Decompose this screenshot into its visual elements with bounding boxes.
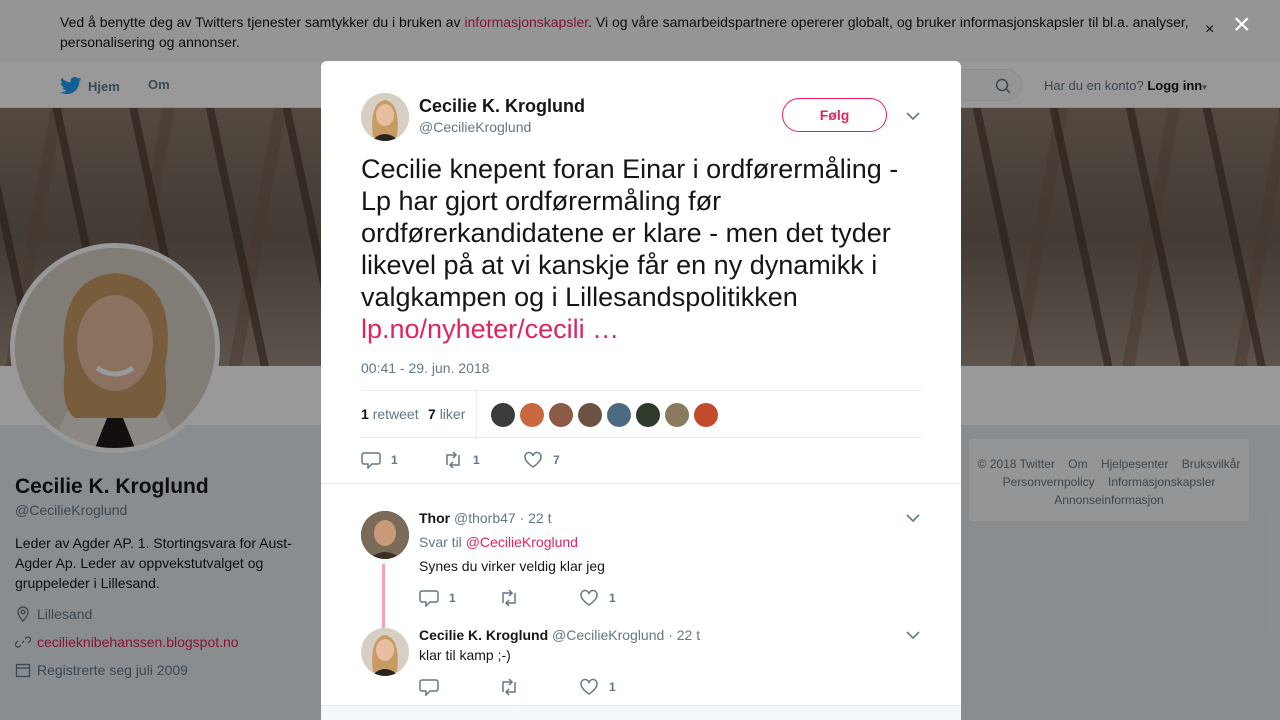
retweet-action[interactable]: 1 [443,451,480,469]
liker-avatar[interactable] [520,403,544,427]
tweet-text: Cecilie knepent foran Einar i ordførermå… [361,154,899,344]
reply-avatar-image [361,511,409,559]
reply-header: Cecilie K. Kroglund @CecilieKroglund · 2… [419,627,700,643]
like-count: 1 [609,680,616,694]
tweet-timestamp[interactable]: 00:41 - 29. jun. 2018 [361,360,489,376]
reply-action[interactable] [419,678,439,696]
reply-avatar[interactable] [361,511,409,559]
reply-time[interactable]: · 22 t [520,510,552,526]
liker-avatar[interactable] [491,403,515,427]
heart-icon [580,589,598,606]
like-action[interactable]: 7 [523,451,560,469]
retweet-stat[interactable]: 1 retweet [361,406,419,422]
replies-separator [321,483,961,484]
tweet-link[interactable]: lp.no/nyheter/cecili … [361,314,619,344]
modal-close-icon[interactable]: × [1233,10,1251,40]
reply-time[interactable]: · 22 t [668,627,700,643]
reply-count: 1 [391,453,398,467]
reply-header: Thor @thorb47 · 22 t [419,510,552,526]
likers-avatars [491,403,718,427]
tweet-stats: 1 retweet 7 liker [361,390,921,438]
reply-author-handle[interactable]: @CecilieKroglund [552,627,664,643]
like-count: 7 [553,453,560,467]
liker-avatar[interactable] [665,403,689,427]
reply-author-handle[interactable]: @thorb47 [454,510,516,526]
chevron-down-icon[interactable] [906,111,920,121]
liker-avatar[interactable] [549,403,573,427]
author-handle[interactable]: @CecilieKroglund [419,119,531,135]
retweet-action[interactable] [499,678,519,696]
like-action[interactable]: 1 [579,678,616,696]
reply-text: Synes du virker veldig klar jeg [419,558,605,574]
likes-stat[interactable]: 7 liker [428,406,465,422]
author-avatar[interactable] [361,93,409,141]
author-name[interactable]: Cecilie K. Kroglund [419,96,585,117]
retweet-action[interactable] [499,589,519,607]
heart-icon [580,678,598,695]
retweet-icon [502,678,516,696]
reply-author-name[interactable]: Thor [419,510,450,526]
reply-icon [419,590,439,607]
reply-icon [361,452,381,469]
reply-action[interactable]: 1 [361,451,398,469]
liker-avatar[interactable] [636,403,660,427]
reply-avatar-image [361,628,409,676]
like-count: 1 [609,591,616,605]
reply-icon [419,679,439,696]
liker-avatar[interactable] [578,403,602,427]
modal-bottom-strip [321,705,961,720]
reply-to-line: Svar til @CecilieKroglund [419,534,578,550]
liker-avatar[interactable] [607,403,631,427]
reply-to-link[interactable]: @CecilieKroglund [466,534,578,550]
retweet-icon [502,589,516,607]
chevron-down-icon[interactable] [906,513,920,523]
retweet-count: 1 [473,453,480,467]
author-avatar-image [361,93,409,141]
tweet-modal: Cecilie K. Kroglund @CecilieKroglund Føl… [321,61,961,720]
stats-divider [476,391,477,437]
reply-action[interactable]: 1 [419,589,456,607]
reply-avatar[interactable] [361,628,409,676]
reply-text: klar til kamp ;-) [419,647,511,663]
reply-author-name[interactable]: Cecilie K. Kroglund [419,627,548,643]
reply-count: 1 [449,591,456,605]
like-action[interactable]: 1 [579,589,616,607]
heart-icon [524,451,542,468]
follow-button[interactable]: Følg [782,98,887,132]
chevron-down-icon[interactable] [906,630,920,640]
liker-avatar[interactable] [694,403,718,427]
retweet-icon [446,451,460,469]
